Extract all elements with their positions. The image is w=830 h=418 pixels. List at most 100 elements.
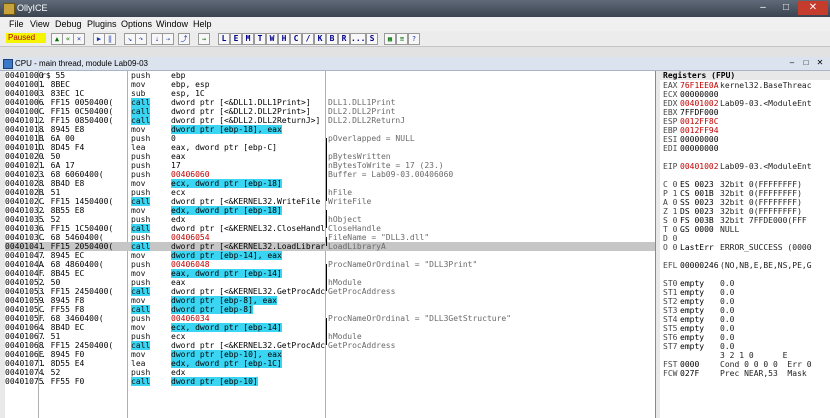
disasm-row[interactable]: 0040101D. 8D45 F4 lea eax, dword ptr [ebp-…	[5, 143, 655, 152]
toolbar-button-w[interactable]: W	[266, 33, 278, 45]
toolbar-button-h[interactable]: H	[278, 33, 290, 45]
register-name: EAX	[663, 81, 678, 90]
menu-plugins[interactable]: Plugins	[87, 19, 117, 29]
disasm-row[interactable]: 0040100C. FF15 0C50400(call dword ptr [<&…	[5, 107, 655, 116]
register-comment: 0.0	[720, 315, 735, 324]
register-name: O 0	[663, 243, 678, 252]
registers-title: Registers (FPU)	[660, 71, 830, 80]
disasm-row[interactable]: 0040104A. 68 4860400(push 00406048 ProcNam…	[5, 260, 655, 269]
register-name: A 0	[663, 198, 678, 207]
register-value: empty	[680, 342, 705, 351]
list-icon[interactable]: ≡	[396, 33, 408, 45]
toolbar-button-dots[interactable]: ...	[350, 33, 366, 45]
register-name: ST6	[663, 333, 678, 342]
disasm-row[interactable]: 0040104F. 8B45 EC mov eax, dword ptr [ebp-…	[5, 269, 655, 278]
disasm-row[interactable]: 0040105F. 68 3460400(push 00406034 ProcNam…	[5, 314, 655, 323]
toolbar-button-r[interactable]: R	[338, 33, 350, 45]
disasm-row[interactable]: 00401003. 83EC 1C sub esp, 1C	[5, 89, 655, 98]
toolbar-button-k[interactable]: K	[314, 33, 326, 45]
disasm-row[interactable]: 00401023. 68 6060400(push 00406060 Buffer …	[5, 170, 655, 179]
disasm-row[interactable]: 00401028. 8B4D E8 mov ecx, dword ptr [ebp-…	[5, 179, 655, 188]
help-icon[interactable]: ?	[408, 33, 420, 45]
disasm-row[interactable]: 00401068. FF15 2450400(call dword ptr [<&…	[5, 341, 655, 350]
disasm-row-selected[interactable]: 00401041. FF15 2050400(call dword ptr [<&…	[5, 242, 655, 251]
disasm-row[interactable]: 00401071. 8D55 E4 lea edx, dword ptr [ebp-…	[5, 359, 655, 368]
disasm-row[interactable]: 00401020. 50 push eax pBytesWritten	[5, 152, 655, 161]
registers-pane[interactable]: Registers (FPU) EAX 76F1EE0A kernel32.Base…	[660, 71, 830, 418]
disasm-row[interactable]: 00401021. 6A 17 push 17 nBytesToWrite = 17 …	[5, 161, 655, 170]
cpu-window-title: CPU - main thread, module Lab09-03	[15, 59, 148, 68]
menu-debug[interactable]: Debug	[55, 19, 82, 29]
go-to-icon[interactable]: →	[198, 33, 210, 45]
register-comment: 0.0	[720, 306, 735, 315]
register-name: C 0	[663, 180, 678, 189]
toolbar-button-c[interactable]: C	[290, 33, 302, 45]
disasm-row[interactable]: 0040102C. FF15 1450400(call dword ptr [<&…	[5, 197, 655, 206]
register-value: 0000	[680, 360, 700, 369]
toolbar-button-slash[interactable]: /	[302, 33, 314, 45]
toolbar-button-b[interactable]: B	[326, 33, 338, 45]
disasm-row[interactable]: 00401036. FF15 1C50400(call dword ptr [<&…	[5, 224, 655, 233]
toolbar-button-m[interactable]: M	[242, 33, 254, 45]
disasm-row[interactable]: 0040101B. 6A 00 push 0 pOverlapped = NULL	[5, 134, 655, 143]
disasm-row[interactable]: 00401064. 8B4D EC mov ecx, dword ptr [ebp-…	[5, 323, 655, 332]
step-over-icon[interactable]: ↷	[135, 33, 147, 45]
close-icon[interactable]: ×	[73, 33, 85, 45]
disasm-row[interactable]: 00401047. 8945 EC mov dword ptr [ebp-14], …	[5, 251, 655, 260]
close-window-button[interactable]: ✕	[798, 1, 828, 15]
toolbar-button-t[interactable]: T	[254, 33, 266, 45]
disasm-row[interactable]: 00401018. 8945 E8 mov dword ptr [ebp-18], …	[5, 125, 655, 134]
disasm-row[interactable]: 00401074. 52 push edx	[5, 368, 655, 377]
register-name: ECX	[663, 90, 678, 99]
toolbar-button-s[interactable]: S	[366, 33, 378, 45]
minimize-button[interactable]: –	[752, 1, 774, 15]
register-comment: Cond 0 0 0 0 Err 0	[720, 360, 812, 369]
register-value: CS 001B	[680, 189, 714, 198]
toolbar-button-l[interactable]: L	[218, 33, 230, 45]
disasm-row[interactable]: 0040102B. 51 push ecx hFile	[5, 188, 655, 197]
disasm-row[interactable]: 0040103C. 68 5460400(push 00406054 FileNam…	[5, 233, 655, 242]
register-comment: 32bit 0(FFFFFFFF)	[720, 207, 802, 216]
register-comment: Prec NEAR,53 Mask	[720, 369, 807, 378]
register-comment: 32bit 0(FFFFFFFF)	[720, 180, 802, 189]
register-name: ST7	[663, 342, 678, 351]
disasm-row[interactable]: 00401075. FF55 F0 call dword ptr [ebp-10]	[5, 377, 655, 386]
register-comment: 3 2 1 0 E	[720, 351, 788, 360]
disasm-row[interactable]: 00401001. 8BEC mov ebp, esp	[5, 80, 655, 89]
execute-till-return-icon[interactable]: ⤴	[178, 33, 190, 45]
disasm-row[interactable]: 00401067. 51 push ecx hModule	[5, 332, 655, 341]
menu-view[interactable]: View	[30, 19, 49, 29]
maximize-button[interactable]: □	[775, 1, 797, 15]
register-value: empty	[680, 306, 705, 315]
register-value: empty	[680, 288, 705, 297]
grid-icon[interactable]: ▦	[384, 33, 396, 45]
trace-over-icon[interactable]: ⇢	[162, 33, 174, 45]
disasm-row[interactable]: 00401053. FF15 2450400(call dword ptr [<&…	[5, 287, 655, 296]
cpu-maximize-button[interactable]: □	[800, 58, 812, 68]
disasm-row[interactable]: 0040105C. FF55 F8 call dword ptr [ebp-8]	[5, 305, 655, 314]
toolbar-button-e[interactable]: E	[230, 33, 242, 45]
disasm-row[interactable]: 00401059. 8945 F8 mov dword ptr [ebp-8], e…	[5, 296, 655, 305]
disasm-row[interactable]: 00401012. FF15 0850400(call dword ptr [<&…	[5, 116, 655, 125]
disasm-row[interactable]: 00401035. 52 push edx hObject	[5, 215, 655, 224]
register-value: empty	[680, 315, 705, 324]
register-comment: 32bit 0(FFFFFFFF)	[720, 198, 802, 207]
disasm-row[interactable]: 00401052. 50 push eax hModule	[5, 278, 655, 287]
call-args-bracket	[326, 138, 330, 201]
pause-icon[interactable]: ‖	[104, 33, 116, 45]
register-comment: NULL	[720, 225, 740, 234]
register-comment: (NO,NB,E,BE,NS,PE,G	[720, 261, 812, 270]
menu-file[interactable]: File	[9, 19, 24, 29]
disassembly-pane[interactable]: 00401000 r$ 55 push ebp 00401001. 8BEC mov eb…	[5, 71, 656, 418]
menu-window[interactable]: Window	[156, 19, 188, 29]
disasm-row[interactable]: 00401000 r$ 55 push ebp	[5, 71, 655, 80]
disasm-row[interactable]: 00401032. 8B55 E8 mov edx, dword ptr [ebp-…	[5, 206, 655, 215]
cpu-close-button[interactable]: ✕	[814, 58, 826, 68]
register-value: GS 0000	[680, 225, 714, 234]
register-value: 0012FF8C	[680, 117, 719, 126]
disasm-row[interactable]: 0040106E. 8945 F0 mov dword ptr [ebp-10], …	[5, 350, 655, 359]
menu-help[interactable]: Help	[193, 19, 212, 29]
disasm-row[interactable]: 00401006. FF15 0050400(call dword ptr [<&…	[5, 98, 655, 107]
menu-options[interactable]: Options	[121, 19, 152, 29]
cpu-minimize-button[interactable]: –	[786, 58, 798, 68]
